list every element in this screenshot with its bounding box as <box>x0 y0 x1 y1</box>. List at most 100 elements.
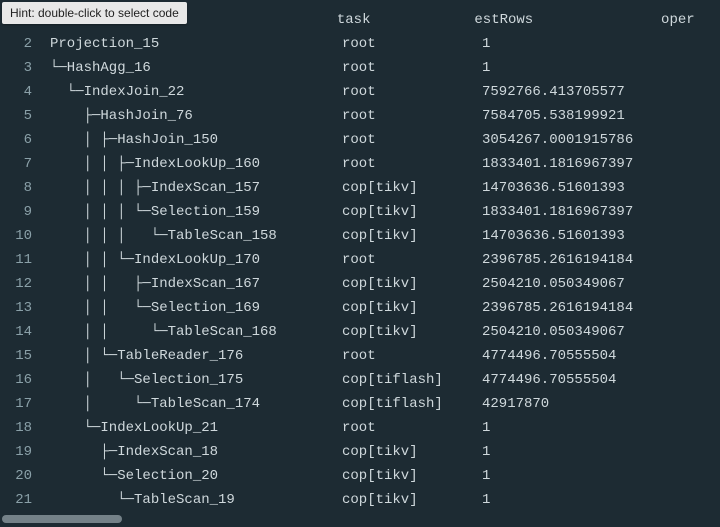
plan-row[interactable]: ├─IndexScan_18cop[tikv]1 <box>42 440 720 464</box>
plan-estrows: 2504210.050349067 <box>482 272 672 296</box>
plan-task: root <box>342 344 482 368</box>
line-number: 13 <box>0 296 42 320</box>
plan-task: cop[tikv] <box>342 320 482 344</box>
plan-task: cop[tikv] <box>342 296 482 320</box>
line-number: 7 <box>0 152 42 176</box>
plan-estrows: 2504210.050349067 <box>482 320 672 344</box>
plan-row[interactable]: └─IndexJoin_22root7592766.413705577 <box>42 80 720 104</box>
plan-estrows: 14703636.51601393 <box>482 176 672 200</box>
line-number: 12 <box>0 272 42 296</box>
plan-operator-id: └─IndexJoin_22 <box>42 80 342 104</box>
plan-task: root <box>342 416 482 440</box>
line-number: 11 <box>0 248 42 272</box>
plan-row[interactable]: │ │ │ └─TableScan_158cop[tikv]14703636.5… <box>42 224 720 248</box>
plan-row[interactable]: │ └─TableScan_174cop[tiflash]42917870 <box>42 392 720 416</box>
line-number: 14 <box>0 320 42 344</box>
line-number: 5 <box>0 104 42 128</box>
col-header-task: task <box>337 8 475 32</box>
plan-estrows: 1833401.1816967397 <box>482 200 672 224</box>
plan-operator-id: │ │ └─IndexLookUp_170 <box>42 248 342 272</box>
plan-estrows: 3054267.0001915786 <box>482 128 672 152</box>
plan-task: cop[tikv] <box>342 440 482 464</box>
line-number: 8 <box>0 176 42 200</box>
plan-task: cop[tikv] <box>342 224 482 248</box>
plan-operator-id: │ └─TableScan_174 <box>42 392 342 416</box>
plan-operator-id: └─TableScan_19 <box>42 488 342 512</box>
plan-task: cop[tikv] <box>342 464 482 488</box>
plan-row[interactable]: │ │ ├─IndexLookUp_160root1833401.1816967… <box>42 152 720 176</box>
plan-task: root <box>342 80 482 104</box>
plan-row[interactable]: │ │ └─TableScan_168cop[tikv]2504210.0503… <box>42 320 720 344</box>
plan-operator-id: ├─HashJoin_76 <box>42 104 342 128</box>
plan-estrows: 1 <box>482 440 672 464</box>
plan-row[interactable]: └─TableScan_19cop[tikv]1 <box>42 488 720 512</box>
plan-row[interactable]: │ └─Selection_175cop[tiflash]4774496.705… <box>42 368 720 392</box>
plan-task: root <box>342 248 482 272</box>
line-number: 15 <box>0 344 42 368</box>
plan-operator-id: │ │ ├─IndexLookUp_160 <box>42 152 342 176</box>
plan-estrows: 7584705.538199921 <box>482 104 672 128</box>
plan-task: root <box>342 32 482 56</box>
plan-row[interactable]: │ │ │ └─Selection_159cop[tikv]1833401.18… <box>42 200 720 224</box>
line-number: 17 <box>0 392 42 416</box>
plan-operator-id: │ │ └─TableScan_168 <box>42 320 342 344</box>
line-number: 3 <box>0 56 42 80</box>
plan-operator-id: │ │ │ └─TableScan_158 <box>42 224 342 248</box>
line-number: 16 <box>0 368 42 392</box>
plan-operator-id: │ │ │ ├─IndexScan_157 <box>42 176 342 200</box>
plan-operator-id: │ │ └─Selection_169 <box>42 296 342 320</box>
plan-estrows: 4774496.70555504 <box>482 344 672 368</box>
hint-text: Hint: double-click to select code <box>10 6 179 20</box>
plan-operator-id: │ ├─HashJoin_150 <box>42 128 342 152</box>
code-area[interactable]: task estRows oper Projection_15root1└─Ha… <box>42 0 720 527</box>
plan-task: cop[tikv] <box>342 272 482 296</box>
line-number-gutter: 23456789101112131415161718192021 <box>0 0 42 527</box>
plan-estrows: 1 <box>482 464 672 488</box>
code-editor: Hint: double-click to select code 234567… <box>0 0 720 527</box>
plan-task: root <box>342 56 482 80</box>
plan-row[interactable]: │ ├─HashJoin_150root3054267.0001915786 <box>42 128 720 152</box>
line-number: 21 <box>0 488 42 512</box>
line-number: 2 <box>0 32 42 56</box>
plan-row[interactable]: ├─HashJoin_76root7584705.538199921 <box>42 104 720 128</box>
plan-task: cop[tikv] <box>342 200 482 224</box>
col-header-estrows: estRows <box>474 8 661 32</box>
line-number: 19 <box>0 440 42 464</box>
line-number: 6 <box>0 128 42 152</box>
plan-estrows: 1 <box>482 56 672 80</box>
plan-operator-id: │ │ ├─IndexScan_167 <box>42 272 342 296</box>
plan-row[interactable]: │ │ └─Selection_169cop[tikv]2396785.2616… <box>42 296 720 320</box>
plan-operator-id: └─IndexLookUp_21 <box>42 416 342 440</box>
line-number: 9 <box>0 200 42 224</box>
plan-operator-id: │ └─Selection_175 <box>42 368 342 392</box>
plan-task: cop[tiflash] <box>342 368 482 392</box>
plan-task: root <box>342 128 482 152</box>
plan-task: cop[tiflash] <box>342 392 482 416</box>
plan-row[interactable]: Projection_15root1 <box>42 32 720 56</box>
plan-row[interactable]: │ │ └─IndexLookUp_170root2396785.2616194… <box>42 248 720 272</box>
horizontal-scrollbar[interactable] <box>0 515 720 525</box>
plan-row[interactable]: └─IndexLookUp_21root1 <box>42 416 720 440</box>
plan-row[interactable]: │ │ ├─IndexScan_167cop[tikv]2504210.0503… <box>42 272 720 296</box>
plan-operator-id: ├─IndexScan_18 <box>42 440 342 464</box>
plan-estrows: 1 <box>482 488 672 512</box>
plan-row[interactable]: └─HashAgg_16root1 <box>42 56 720 80</box>
plan-row[interactable]: │ │ │ ├─IndexScan_157cop[tikv]14703636.5… <box>42 176 720 200</box>
plan-estrows: 1 <box>482 32 672 56</box>
plan-task: root <box>342 152 482 176</box>
plan-estrows: 2396785.2616194184 <box>482 296 672 320</box>
plan-operator-id: └─Selection_20 <box>42 464 342 488</box>
plan-estrows: 14703636.51601393 <box>482 224 672 248</box>
plan-task: cop[tikv] <box>342 176 482 200</box>
line-number: 18 <box>0 416 42 440</box>
plan-row[interactable]: └─Selection_20cop[tikv]1 <box>42 464 720 488</box>
plan-estrows: 1833401.1816967397 <box>482 152 672 176</box>
scrollbar-thumb[interactable] <box>2 515 122 523</box>
plan-operator-id: │ │ │ └─Selection_159 <box>42 200 342 224</box>
plan-estrows: 7592766.413705577 <box>482 80 672 104</box>
line-number: 10 <box>0 224 42 248</box>
plan-row[interactable]: │ └─TableReader_176root4774496.70555504 <box>42 344 720 368</box>
plan-estrows: 1 <box>482 416 672 440</box>
plan-estrows: 4774496.70555504 <box>482 368 672 392</box>
col-header-operator: oper <box>661 8 720 32</box>
